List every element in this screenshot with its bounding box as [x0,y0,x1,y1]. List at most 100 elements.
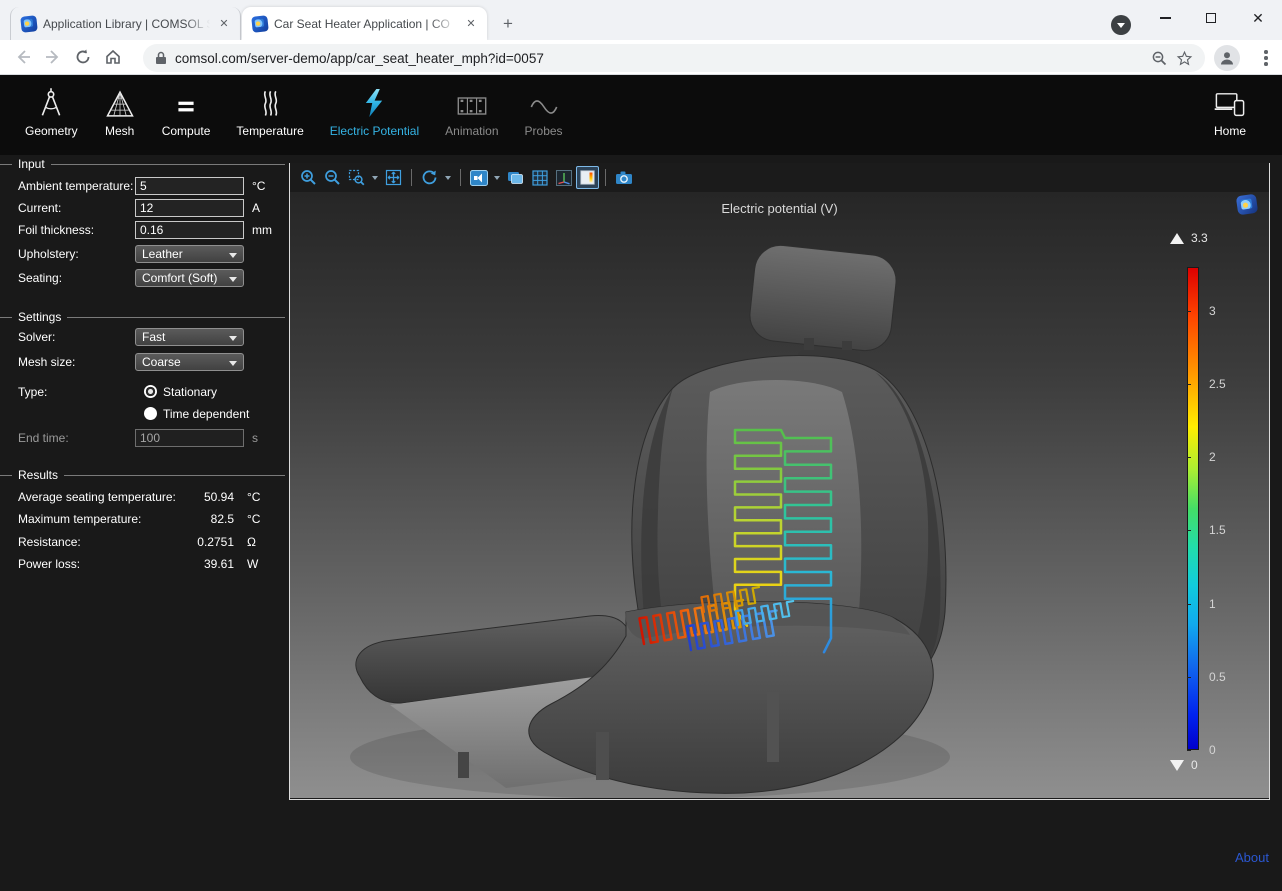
toolbar-item-label: Geometry [25,124,78,138]
url-text: comsol.com/server-demo/app/car_seat_heat… [175,51,1143,66]
window-minimize-button[interactable] [1143,0,1187,36]
upholstery-dropdown[interactable]: Leather [135,245,244,263]
default-view-dropdown-icon[interactable] [442,166,454,189]
result-unit: °C [247,488,260,506]
field-label: Ambient temperature: [18,177,133,195]
toolbar-item-label: Home [1214,124,1246,138]
profile-avatar[interactable] [1214,45,1240,71]
about-link[interactable]: About [1235,850,1269,865]
tab-application-library[interactable]: Application Library | COMSOL Se ✕ [10,7,241,40]
sidebar-form: Input Ambient temperature: °C Current: A… [0,155,288,891]
field-label: Solver: [18,328,55,346]
result-row: Average seating temperature: 50.94 °C [0,488,288,506]
radio-stationary[interactable] [144,385,157,398]
axes-orientation-icon[interactable] [552,166,575,189]
solver-dropdown[interactable]: Fast [135,328,244,346]
back-icon[interactable] [8,42,38,72]
colorbar-tick: 1.5 [1209,523,1226,537]
graphics-toolbar [290,163,1269,192]
field-label: Current: [18,199,61,217]
result-value: 82.5 [150,510,234,528]
grid-icon[interactable] [528,166,551,189]
result-row: Maximum temperature: 82.5 °C [0,510,288,528]
forward-icon[interactable] [38,42,68,72]
field-unit: s [252,429,258,447]
browser-menu-icon[interactable] [1253,45,1279,71]
colorbar-min-marker: 0 [1170,758,1198,772]
toolbar-item-probes[interactable]: Probes [512,85,576,138]
zoom-extents-icon[interactable] [382,166,405,189]
field-row-seating: Seating: Comfort (Soft) [0,269,288,287]
toolbar-item-label: Mesh [105,124,134,138]
radio-time-dependent[interactable] [144,407,157,420]
zoom-out-icon[interactable] [321,166,344,189]
colorbar-max-value: 3.3 [1191,231,1208,245]
address-bar[interactable]: comsol.com/server-demo/app/car_seat_heat… [143,44,1205,72]
graphics-canvas[interactable]: Electric potential (V) [290,192,1269,798]
snapshot-camera-icon[interactable] [612,166,635,189]
toolbar-item-electric-potential[interactable]: Electric Potential [317,85,432,138]
zoom-box-icon[interactable] [345,166,368,189]
scene-light-dropdown-icon[interactable] [491,166,503,189]
min-triangle-icon [1170,760,1184,771]
window-maximize-button[interactable] [1189,0,1233,36]
zoom-box-dropdown-icon[interactable] [369,166,381,189]
electric-bolt-icon [360,85,388,119]
section-title: Settings [18,310,61,324]
ambient-temperature-input[interactable] [135,177,244,195]
bookmark-star-icon[interactable] [1176,50,1193,67]
scene-light-icon[interactable] [467,166,490,189]
seating-dropdown[interactable]: Comfort (Soft) [135,269,244,287]
result-value: 0.2751 [150,533,234,551]
car-seat-3d-model [290,192,1269,798]
tab-search-icon[interactable] [1111,15,1131,35]
colorbar-max-marker: 3.3 [1170,231,1208,245]
field-label: Seating: [18,269,62,287]
current-input[interactable] [135,199,244,217]
toolbar-item-label: Compute [162,124,211,138]
field-row-ambient-temperature: Ambient temperature: °C [0,177,288,195]
tab-car-seat-heater[interactable]: Car Seat Heater Application | CO ✕ [242,7,487,40]
new-tab-button[interactable]: + [496,12,520,36]
field-row-current: Current: A [0,199,288,217]
zoom-indicator-icon[interactable] [1151,50,1168,67]
tab-title: Car Seat Heater Application | CO [274,17,457,31]
end-time-input [135,429,244,447]
geometry-compass-icon [36,85,66,119]
colorbar-tick: 0.5 [1209,670,1226,684]
field-row-foil-thickness: Foil thickness: mm [0,221,288,239]
toolbar-item-geometry[interactable]: Geometry [12,85,91,138]
radio-label: Stationary [163,383,217,401]
tab-close-icon[interactable]: ✕ [216,16,232,32]
field-row-type: Type: Stationary [0,383,288,401]
result-label: Resistance: [18,533,81,551]
toolbar-item-label: Temperature [236,124,303,138]
toolbar-item-compute[interactable]: Compute [149,85,224,138]
home-icon[interactable] [98,42,128,72]
field-row-mesh-size: Mesh size: Coarse [0,353,288,371]
toolbar-item-temperature[interactable]: Temperature [223,85,316,138]
section-title: Input [18,157,45,171]
probes-wave-icon [529,85,559,119]
mesh-size-dropdown[interactable]: Coarse [135,353,244,371]
colorbar-tick: 2.5 [1209,377,1226,391]
toolbar-item-animation[interactable]: Animation [432,85,511,138]
toolbar-item-home[interactable]: Home [1200,85,1260,138]
result-value: 50.94 [150,488,234,506]
browser-tabstrip: Application Library | COMSOL Se ✕ Car Se… [0,0,1282,40]
dropdown-value: Fast [142,328,165,346]
window-close-button[interactable]: ✕ [1236,0,1280,36]
field-label: End time: [18,429,69,447]
zoom-in-icon[interactable] [297,166,320,189]
toolbar-item-mesh[interactable]: Mesh [91,85,149,138]
reload-icon[interactable] [68,42,98,72]
transparency-icon[interactable] [504,166,527,189]
tab-close-icon[interactable]: ✕ [463,16,479,32]
toolbar-item-label: Electric Potential [330,124,419,138]
foil-thickness-input[interactable] [135,221,244,239]
result-label: Maximum temperature: [18,510,141,528]
home-devices-icon [1213,85,1247,119]
default-view-icon[interactable] [418,166,441,189]
color-legend-icon[interactable] [576,166,599,189]
field-row-upholstery: Upholstery: Leather [0,245,288,263]
